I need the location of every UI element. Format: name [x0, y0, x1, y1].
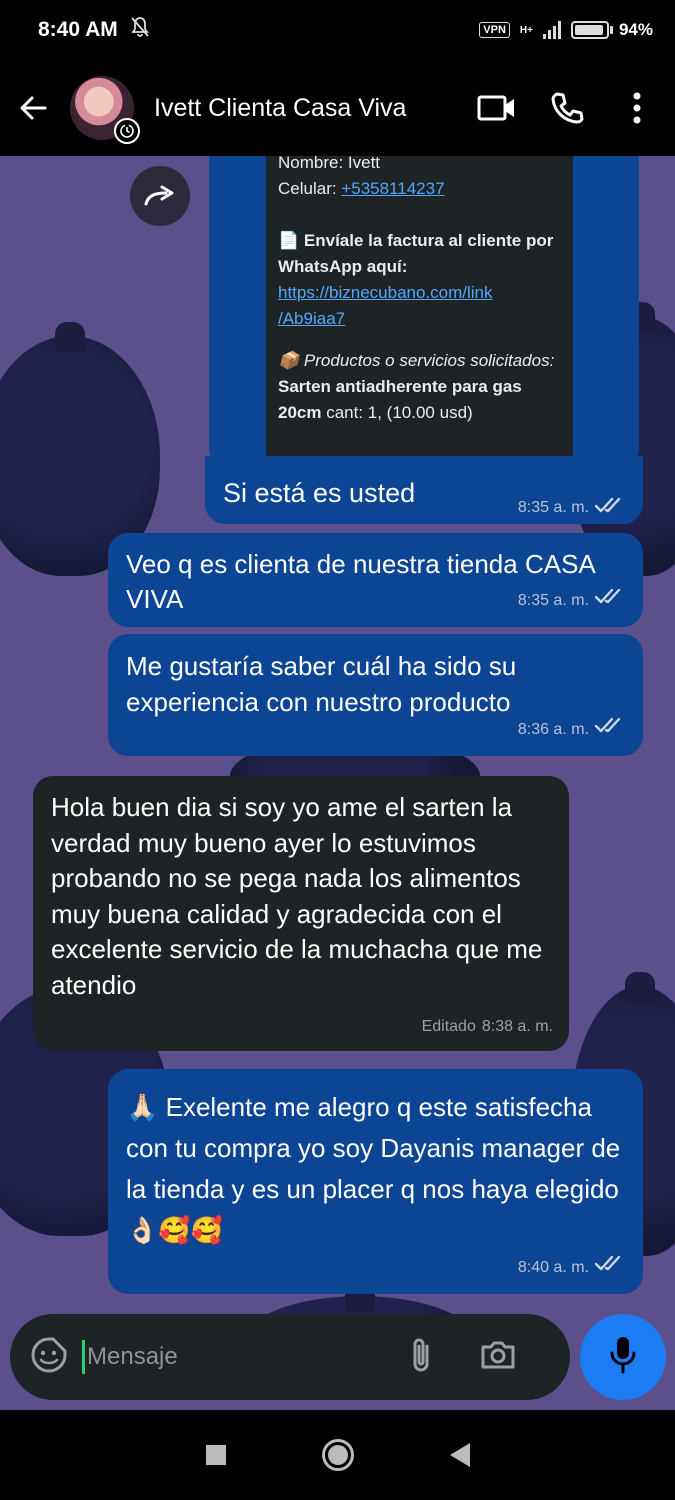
document-icon: 📄	[278, 231, 300, 250]
message-outgoing[interactable]: Me gustaría saber cuál ha sido su experi…	[108, 634, 643, 756]
message-time: 8:38 a. m.	[481, 1018, 553, 1035]
invoice-link-suffix[interactable]: /Ab9iaa7	[278, 309, 345, 328]
double-check-icon	[594, 583, 627, 619]
product-qty: cant: 1, (10.00 usd)	[321, 403, 473, 422]
attach-icon[interactable]	[407, 1336, 435, 1379]
card-name: Nombre: Ivett	[278, 156, 381, 172]
message-time: 8:40 a. m.	[517, 1259, 589, 1276]
network-type: H+	[519, 24, 533, 36]
chat-area[interactable]: Nombre: Ivett Celular: +5358114237 📄 Env…	[0, 156, 675, 1410]
products-title: 📦 Productos o servicios solicitados:	[278, 348, 561, 374]
invoice-title-text: Envíale la factura al cliente por WhatsA…	[278, 231, 554, 276]
message-text: 🙏🏻 Exelente me alegro q este satisfecha …	[126, 1092, 621, 1245]
message-input[interactable]	[87, 1343, 387, 1371]
vpn-badge: VPN	[479, 22, 510, 38]
message-composer	[10, 1314, 570, 1400]
message-meta: 8:36 a. m.	[518, 712, 627, 748]
status-bar: 8:40 AM VPN H+ 94%	[0, 0, 675, 60]
products-detail: Sarten antiadherente para gas 20cm cant:…	[278, 374, 561, 426]
message-meta: 8:35 a. m.	[518, 496, 627, 519]
message-meta: 8:40 a. m.	[518, 1250, 627, 1286]
timer-icon	[114, 118, 140, 144]
card-phone-label: Celular:	[278, 179, 342, 198]
status-time: 8:40 AM	[38, 18, 118, 41]
forward-icon[interactable]	[130, 166, 190, 226]
text-caret	[82, 1340, 85, 1374]
message-time: 8:35 a. m.	[517, 592, 589, 609]
home-button[interactable]	[321, 1439, 354, 1471]
message-outgoing[interactable]: Veo q es clienta de nuestra tienda CASA …	[108, 533, 643, 627]
recents-button[interactable]	[205, 1445, 226, 1465]
package-icon: 📦	[278, 351, 300, 370]
message-outgoing[interactable]: 🙏🏻 Exelente me alegro q este satisfecha …	[108, 1069, 643, 1294]
message-text: Hola buen dia si soy yo ame el sarten la…	[51, 792, 543, 1000]
invoice-title: 📄 Envíale la factura al cliente por What…	[278, 228, 561, 280]
message-card[interactable]: Nombre: Ivett Celular: +5358114237 📄 Env…	[205, 156, 643, 526]
video-call-icon[interactable]	[477, 88, 517, 128]
double-check-icon	[594, 1250, 627, 1286]
chat-header: Ivett Clienta Casa Viva	[0, 60, 675, 156]
phone-link[interactable]: +5358114237	[341, 179, 444, 198]
message-meta: 8:35 a. m.	[518, 583, 627, 619]
message-time: 8:36 a. m.	[517, 721, 589, 738]
back-arrow-icon[interactable]	[18, 93, 48, 123]
more-icon[interactable]	[617, 88, 657, 128]
message-meta: Editado 8:38 a. m.	[422, 1009, 553, 1045]
contact-name[interactable]: Ivett Clienta Casa Viva	[154, 94, 447, 123]
card-caption: Si está es usted	[223, 478, 416, 508]
products-title-text: Productos o servicios solicitados:	[303, 351, 555, 370]
phone-icon[interactable]	[547, 88, 587, 128]
system-nav-bar	[0, 1410, 675, 1500]
camera-icon[interactable]	[479, 1339, 517, 1376]
edited-label: Editado	[421, 1018, 476, 1035]
back-button[interactable]	[449, 1443, 470, 1467]
message-incoming[interactable]: Hola buen dia si soy yo ame el sarten la…	[33, 776, 569, 1051]
sticker-icon[interactable]	[30, 1336, 68, 1379]
avatar[interactable]	[70, 76, 140, 144]
invoice-link[interactable]: https://biznecubano.com/link	[278, 283, 493, 302]
battery-icon	[570, 21, 613, 39]
battery-percent: 94%	[618, 20, 653, 39]
message-text: Me gustaría saber cuál ha sido su experi…	[126, 651, 517, 717]
signal-icon	[542, 21, 561, 39]
double-check-icon	[594, 712, 627, 748]
card-phone: Celular: +5358114237	[278, 176, 561, 202]
invoice-card: Nombre: Ivett Celular: +5358114237 📄 Env…	[266, 156, 573, 463]
mic-icon	[608, 1335, 638, 1380]
status-right: VPN H+ 94%	[479, 20, 653, 40]
double-check-icon	[594, 496, 627, 519]
bell-off-icon	[130, 16, 150, 44]
message-time: 8:35 a. m.	[517, 498, 589, 516]
mic-button[interactable]	[580, 1314, 666, 1400]
